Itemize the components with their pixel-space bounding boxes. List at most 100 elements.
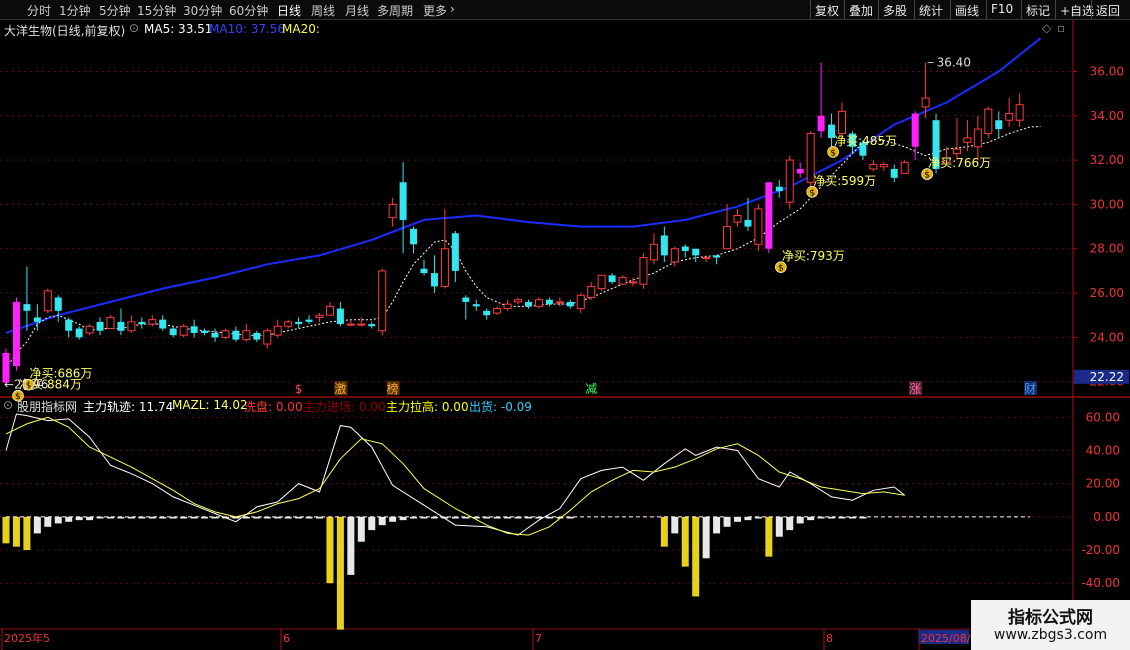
candle-body	[576, 294, 585, 310]
candle-body	[430, 273, 438, 287]
candle-body	[649, 243, 658, 261]
candle-body	[388, 203, 397, 219]
histogram-bar	[33, 516, 41, 534]
candle-body	[670, 248, 679, 263]
candle-body	[890, 168, 898, 178]
period-5[interactable]: 60分钟	[229, 2, 268, 19]
histogram-bar	[347, 516, 355, 575]
candle-body	[900, 161, 909, 174]
price-axis-label: 32.00	[1090, 153, 1124, 167]
event-marker: 涨	[909, 381, 921, 396]
more-arrow-icon[interactable]: ›	[450, 2, 455, 16]
date-label: 7	[535, 632, 542, 645]
period-9[interactable]: 多周期	[377, 2, 413, 19]
indicator-settings-icon[interactable]: ⊙	[3, 398, 13, 412]
toolbar-button-5[interactable]: F10	[991, 2, 1013, 16]
toolbar-button-8[interactable]: 返回	[1096, 2, 1120, 19]
indicator-item-2: 洗盘: 0.00	[244, 400, 303, 414]
settings-icon[interactable]: ⊙	[129, 21, 139, 35]
candle-body	[138, 321, 146, 325]
candle-body	[713, 255, 721, 258]
toolbar-button-0[interactable]: 复权	[815, 2, 839, 19]
candle-body	[273, 325, 282, 336]
candle-body	[357, 323, 366, 326]
candle-body	[503, 303, 512, 310]
candle-body	[483, 310, 491, 316]
histogram-bar	[702, 516, 710, 559]
histogram-bar	[23, 516, 31, 551]
candle-body	[242, 330, 251, 341]
money-bag-glyph: $	[778, 264, 784, 274]
toolbar: 分时 1分钟 5分钟 15分钟 30分钟 60分钟 日线 周线 月线 多周期 更多 › 复权 叠加 多股 统计…	[0, 0, 1130, 20]
period-2[interactable]: 5分钟	[99, 2, 131, 19]
high-price-label: 36.40	[937, 56, 971, 70]
histogram-bar	[65, 516, 73, 522]
candle-body	[325, 305, 334, 316]
price-tag: 22.22	[1090, 370, 1124, 384]
money-bag-glyph: $	[830, 148, 836, 158]
indicator-name: 股朋指标网	[17, 400, 78, 414]
event-marker: $	[295, 382, 303, 396]
candle-body	[525, 301, 532, 307]
toolbar-button-3[interactable]: 统计	[919, 2, 943, 19]
candle-body	[566, 301, 574, 307]
event-marker: 财	[1024, 382, 1036, 396]
period-6[interactable]: 日线	[277, 2, 301, 19]
histogram-bar	[775, 516, 783, 537]
toolbar-button-6[interactable]: 标记	[1026, 2, 1050, 19]
candle-body	[305, 319, 313, 322]
toolbar-button-7[interactable]: +自选	[1060, 2, 1094, 19]
candle-body	[201, 330, 209, 333]
histogram-bar	[44, 516, 52, 527]
indicator-axis-label: -40.00	[1081, 576, 1120, 590]
candle-body	[336, 308, 344, 325]
histogram-bar	[796, 516, 804, 524]
period-7[interactable]: 周线	[311, 2, 335, 19]
low-price-label: ←21.96	[4, 378, 48, 392]
price-axis-label: 24.00	[1090, 330, 1124, 344]
candle-body	[399, 182, 407, 220]
candle-body	[952, 148, 961, 154]
candle-body	[65, 319, 73, 331]
histogram-bar	[336, 516, 344, 630]
candle-body	[440, 248, 449, 287]
buy-annotation: 净买:793万	[782, 249, 845, 263]
event-marker: 激	[334, 382, 346, 396]
indicator-axis-label: 60.00	[1086, 410, 1120, 424]
date-label: 6	[283, 632, 290, 645]
candle-body	[232, 330, 240, 340]
date-label: 8	[826, 632, 833, 645]
period-4[interactable]: 30分钟	[183, 2, 222, 19]
histogram-bar	[378, 516, 386, 526]
period-1[interactable]: 1分钟	[59, 2, 91, 19]
histogram-bar	[12, 516, 20, 547]
ma20-label: MA20:	[282, 22, 320, 36]
candle-body	[911, 113, 919, 147]
period-0[interactable]: 分时	[27, 2, 51, 19]
period-8[interactable]: 月线	[345, 2, 369, 19]
candle-body	[263, 330, 272, 345]
candle-body	[96, 321, 104, 331]
stock-title: 大洋生物(日线,前复权)	[4, 24, 126, 38]
event-marker: 榜	[387, 381, 399, 396]
event-marker: 减	[585, 382, 597, 396]
diamond-icon[interactable]: ◇	[1042, 21, 1051, 35]
indicator-axis-label: 40.00	[1086, 443, 1120, 457]
toolbar-separator	[914, 0, 915, 19]
candle-body	[43, 290, 52, 312]
candle-body	[995, 120, 1003, 130]
candle-body	[127, 321, 136, 332]
money-bag-glyph: $	[809, 188, 815, 198]
histogram-bar	[786, 516, 794, 531]
toolbar-separator	[950, 0, 951, 19]
candle-body	[148, 319, 157, 325]
toolbar-button-1[interactable]: 叠加	[849, 2, 873, 19]
candle-body	[23, 304, 31, 311]
toolbar-button-4[interactable]: 画线	[955, 2, 979, 19]
ma10-line	[5, 37, 1042, 334]
candle-body	[785, 159, 794, 203]
collapse-icon[interactable]: ▫	[1057, 21, 1065, 35]
period-3[interactable]: 15分钟	[137, 2, 176, 19]
toolbar-button-2[interactable]: 多股	[883, 2, 907, 19]
period-10[interactable]: 更多	[423, 2, 447, 19]
